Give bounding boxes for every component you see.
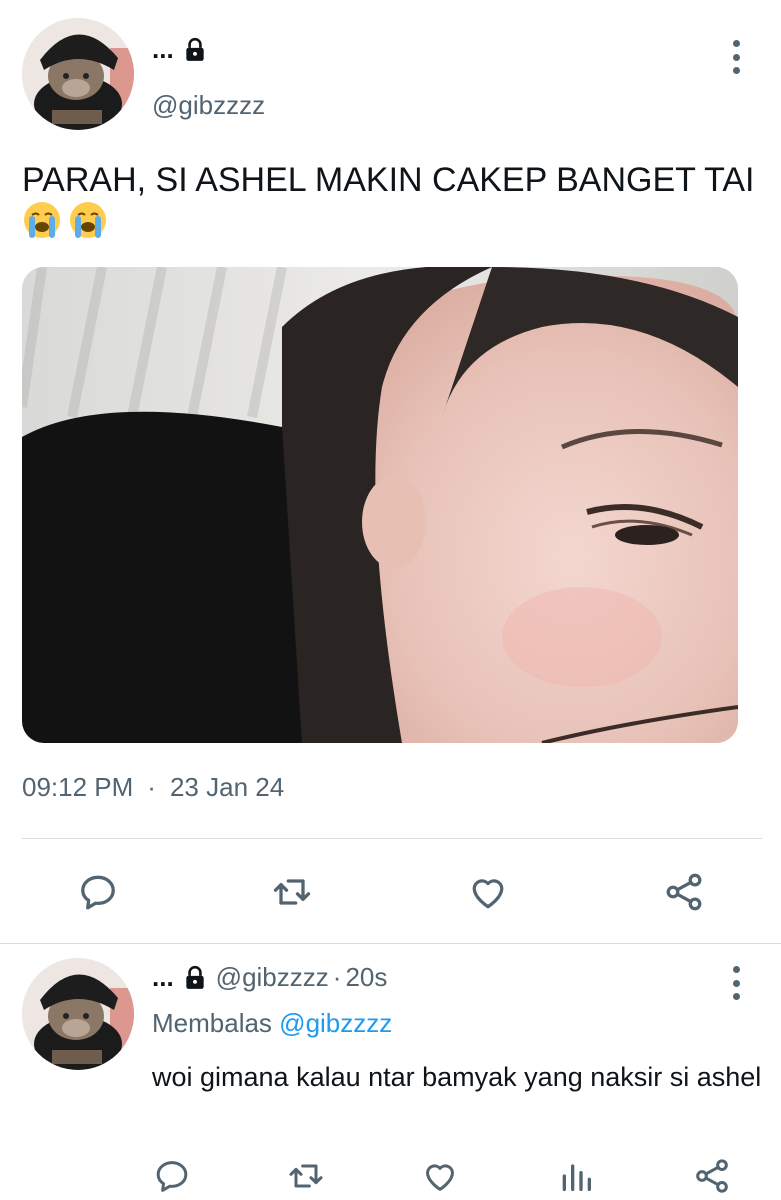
retweet-icon[interactable] [286,1156,326,1196]
replying-to-label: Membalas [152,1008,272,1038]
share-icon[interactable] [662,870,706,914]
avatar-image [22,18,134,130]
divider [0,943,781,944]
reply-age: 20s [345,962,388,992]
author-name-row[interactable]: ... [152,34,208,65]
replying-to: Membalas @gibzzzz [152,1008,392,1039]
tweet-time: 09:12 PM [22,772,134,802]
share-icon[interactable] [692,1156,732,1196]
reply-display-name[interactable]: ... [152,962,174,993]
avatar[interactable] [22,18,134,130]
more-options-icon[interactable] [726,40,746,74]
separator: · [147,772,156,802]
tweet-date: 23 Jan 24 [169,772,285,802]
tweet-timestamp[interactable]: 09:12 PM · 23 Jan 24 [22,772,284,803]
tweet-text: PARAH, SI ASHEL MAKIN CAKEP BANGET TAI [22,161,755,199]
reply-text: woi gimana kalau ntar bamyak yang naksir… [152,1062,762,1092]
loudly-crying-face-icon [24,202,60,238]
reply-header[interactable]: ... @gibzzzz · 20s [152,962,387,993]
author-handle[interactable]: @gibzzzz [152,90,265,121]
photo-image [22,267,738,743]
reply-icon[interactable] [152,1156,192,1196]
reply-icon[interactable] [76,870,120,914]
emoji-row [22,200,108,240]
separator: · [332,962,342,992]
avatar-image [22,958,134,1070]
lock-icon [182,965,208,991]
reply-avatar[interactable] [22,958,134,1070]
retweet-icon[interactable] [270,870,314,914]
replying-to-handle[interactable]: @gibzzzz [279,1008,392,1038]
tweet-photo[interactable] [22,267,738,743]
loudly-crying-face-icon [70,202,106,238]
lock-icon [182,37,208,63]
reply-handle[interactable]: @gibzzzz [216,962,329,993]
divider [22,838,762,839]
like-icon[interactable] [466,870,510,914]
views-icon[interactable] [556,1156,596,1196]
author-display-name[interactable]: ... [152,34,174,65]
more-options-icon[interactable] [726,966,746,1000]
like-icon[interactable] [420,1156,460,1196]
